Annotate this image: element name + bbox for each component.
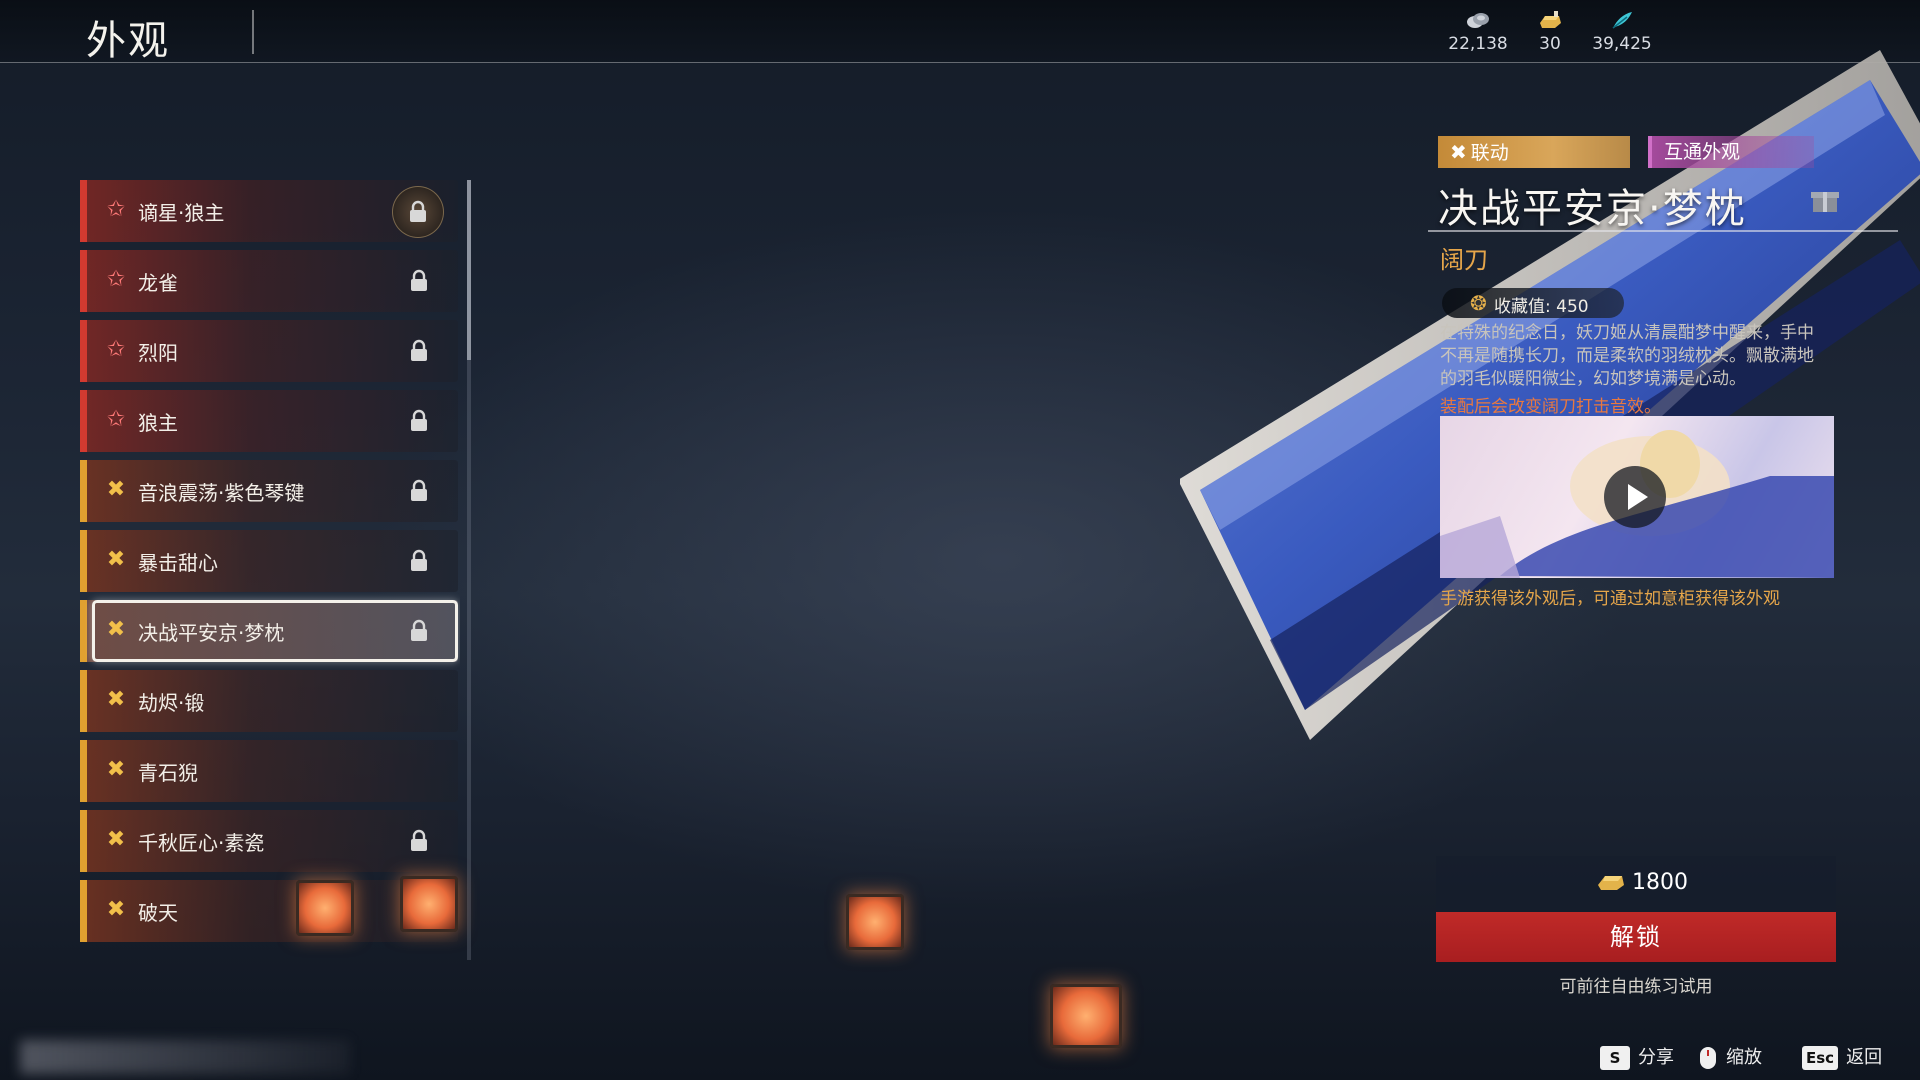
skin-list-item[interactable]: ✖ 音浪震荡·紫色琴键 [80,460,458,522]
skin-description: 在特殊的纪念日，妖刀姬从清晨酣梦中醒来，手中 不再是随携长刀，而是柔软的羽绒枕头… [1440,323,1814,389]
rarity-bar [80,250,87,312]
skin-name: 狼主 [138,411,178,435]
lock-icon [408,549,430,573]
lantern-decoration [296,880,354,936]
star-icon: ✩ [106,337,126,362]
collab-tag: ✖ 联动 [1438,136,1630,168]
skin-name: 音浪震荡·紫色琴键 [138,481,305,505]
gold-ingot-icon [1510,10,1590,32]
key-s: S [1600,1046,1630,1070]
rarity-bar [80,320,87,382]
skin-name: 烈阳 [138,341,178,365]
unlock-button[interactable]: 解锁 [1436,912,1836,962]
gift-icon[interactable] [1810,186,1840,214]
trial-hint[interactable]: 可前往自由练习试用 [1436,972,1836,997]
skin-name: 千秋匠心·素瓷 [138,831,265,855]
rarity-bar [80,810,87,872]
lantern-decoration [846,894,904,950]
rarity-bar [80,880,87,942]
shuriken-icon: ✖ [106,757,126,782]
top-divider [0,62,1920,63]
lock-icon [408,339,430,363]
shuriken-icon: ✖ [106,477,126,502]
skin-effect-note: 装配后会改变阔刀打击音效。 [1440,397,1661,417]
rarity-bar [80,670,87,732]
shuriken-icon: ✖ [106,617,126,642]
star-icon: ✩ [106,197,126,222]
shared-skin-tag: 互通外观 [1648,136,1814,168]
skin-list-item[interactable]: ✖ 暴击甜心 [80,530,458,592]
weapon-type: 阔刀 [1440,246,1488,274]
star-icon: ✩ [106,407,126,432]
rarity-bar [80,180,87,242]
skin-title: 决战平安京·梦枕 [1438,186,1747,232]
title-divider [252,10,254,54]
key-esc: Esc [1802,1046,1839,1070]
skin-list-item[interactable]: ✖ 千秋匠心·素瓷 [80,810,458,872]
currency-coins: 22,138 [1438,10,1518,54]
price-box: 1800 [1436,856,1836,912]
play-video-button[interactable] [1604,466,1666,528]
price-value: 1800 [1632,870,1688,895]
skin-list-item[interactable]: ✖ 青石猊 [80,740,458,802]
rarity-bar [80,530,87,592]
currency-value: 30 [1539,34,1561,54]
rarity-bar [80,460,87,522]
skin-list-item[interactable]: ✖ 劫烬·锻 [80,670,458,732]
lock-icon [408,829,430,853]
skin-list-item[interactable]: ✩ 烈阳 [80,320,458,382]
lock-icon [408,409,430,433]
skin-name: 谪星·狼主 [138,201,225,225]
lock-icon [408,269,430,293]
shuriken-icon: ✖ [106,897,126,922]
star-icon: ✩ [106,267,126,292]
currency-value: 39,425 [1592,34,1652,54]
skin-list-item[interactable]: ✩ 谪星·狼主 [80,180,458,242]
player-info-blurred [20,1040,350,1074]
lantern-decoration [1050,984,1122,1048]
collection-icon: ❂ [1470,291,1487,315]
lock-icon [408,619,430,643]
list-scrollbar-thumb[interactable] [467,180,471,360]
shuriken-icon: ✖ [106,827,126,852]
rarity-bar [80,740,87,802]
share-hint[interactable]: S 分享 [1600,1044,1674,1072]
skin-name: 青石猊 [138,761,198,785]
lantern-decoration [400,876,458,932]
collab-icon: ✖ [1450,140,1467,164]
skin-name: 龙雀 [138,271,178,295]
currency-value: 22,138 [1448,34,1508,54]
rarity-bar [80,600,87,662]
page-title: 外观 [86,18,170,64]
lock-icon [392,186,444,238]
mouse-icon [1698,1046,1718,1070]
feather-icon [1582,10,1662,32]
skin-name: 破天 [138,901,178,925]
currency-feather: 39,425 [1582,10,1662,54]
skin-name: 暴击甜心 [138,551,218,575]
obtain-hint: 手游获得该外观后，可通过如意柜获得该外观 [1440,589,1780,609]
shuriken-icon: ✖ [106,547,126,572]
currency-ingot: 30 [1510,10,1590,54]
collection-value-badge: ❂ 收藏值: 450 [1442,288,1624,318]
lock-icon [408,479,430,503]
skin-list-item[interactable]: ✖ 决战平安京·梦枕 [80,600,458,662]
coin-stack-icon [1438,10,1518,32]
skin-name: 决战平安京·梦枕 [138,621,285,645]
shuriken-icon: ✖ [106,687,126,712]
skin-list-item[interactable]: ✩ 狼主 [80,390,458,452]
title-divider [1428,230,1898,232]
gold-ingot-icon [1596,870,1626,892]
skin-list: ✩ 谪星·狼主 ✩ 龙雀 ✩ 烈阳 ✩ 狼主 ✖ 音浪震荡·紫色琴键 ✖ 暴击甜心 ✖ 决战平安京·梦枕 ✖… [80,180,460,960]
zoom-hint[interactable]: 缩放 [1698,1044,1762,1072]
rarity-bar [80,390,87,452]
skin-name: 劫烬·锻 [138,691,205,715]
back-hint[interactable]: Esc 返回 [1802,1044,1882,1072]
skin-list-item[interactable]: ✩ 龙雀 [80,250,458,312]
